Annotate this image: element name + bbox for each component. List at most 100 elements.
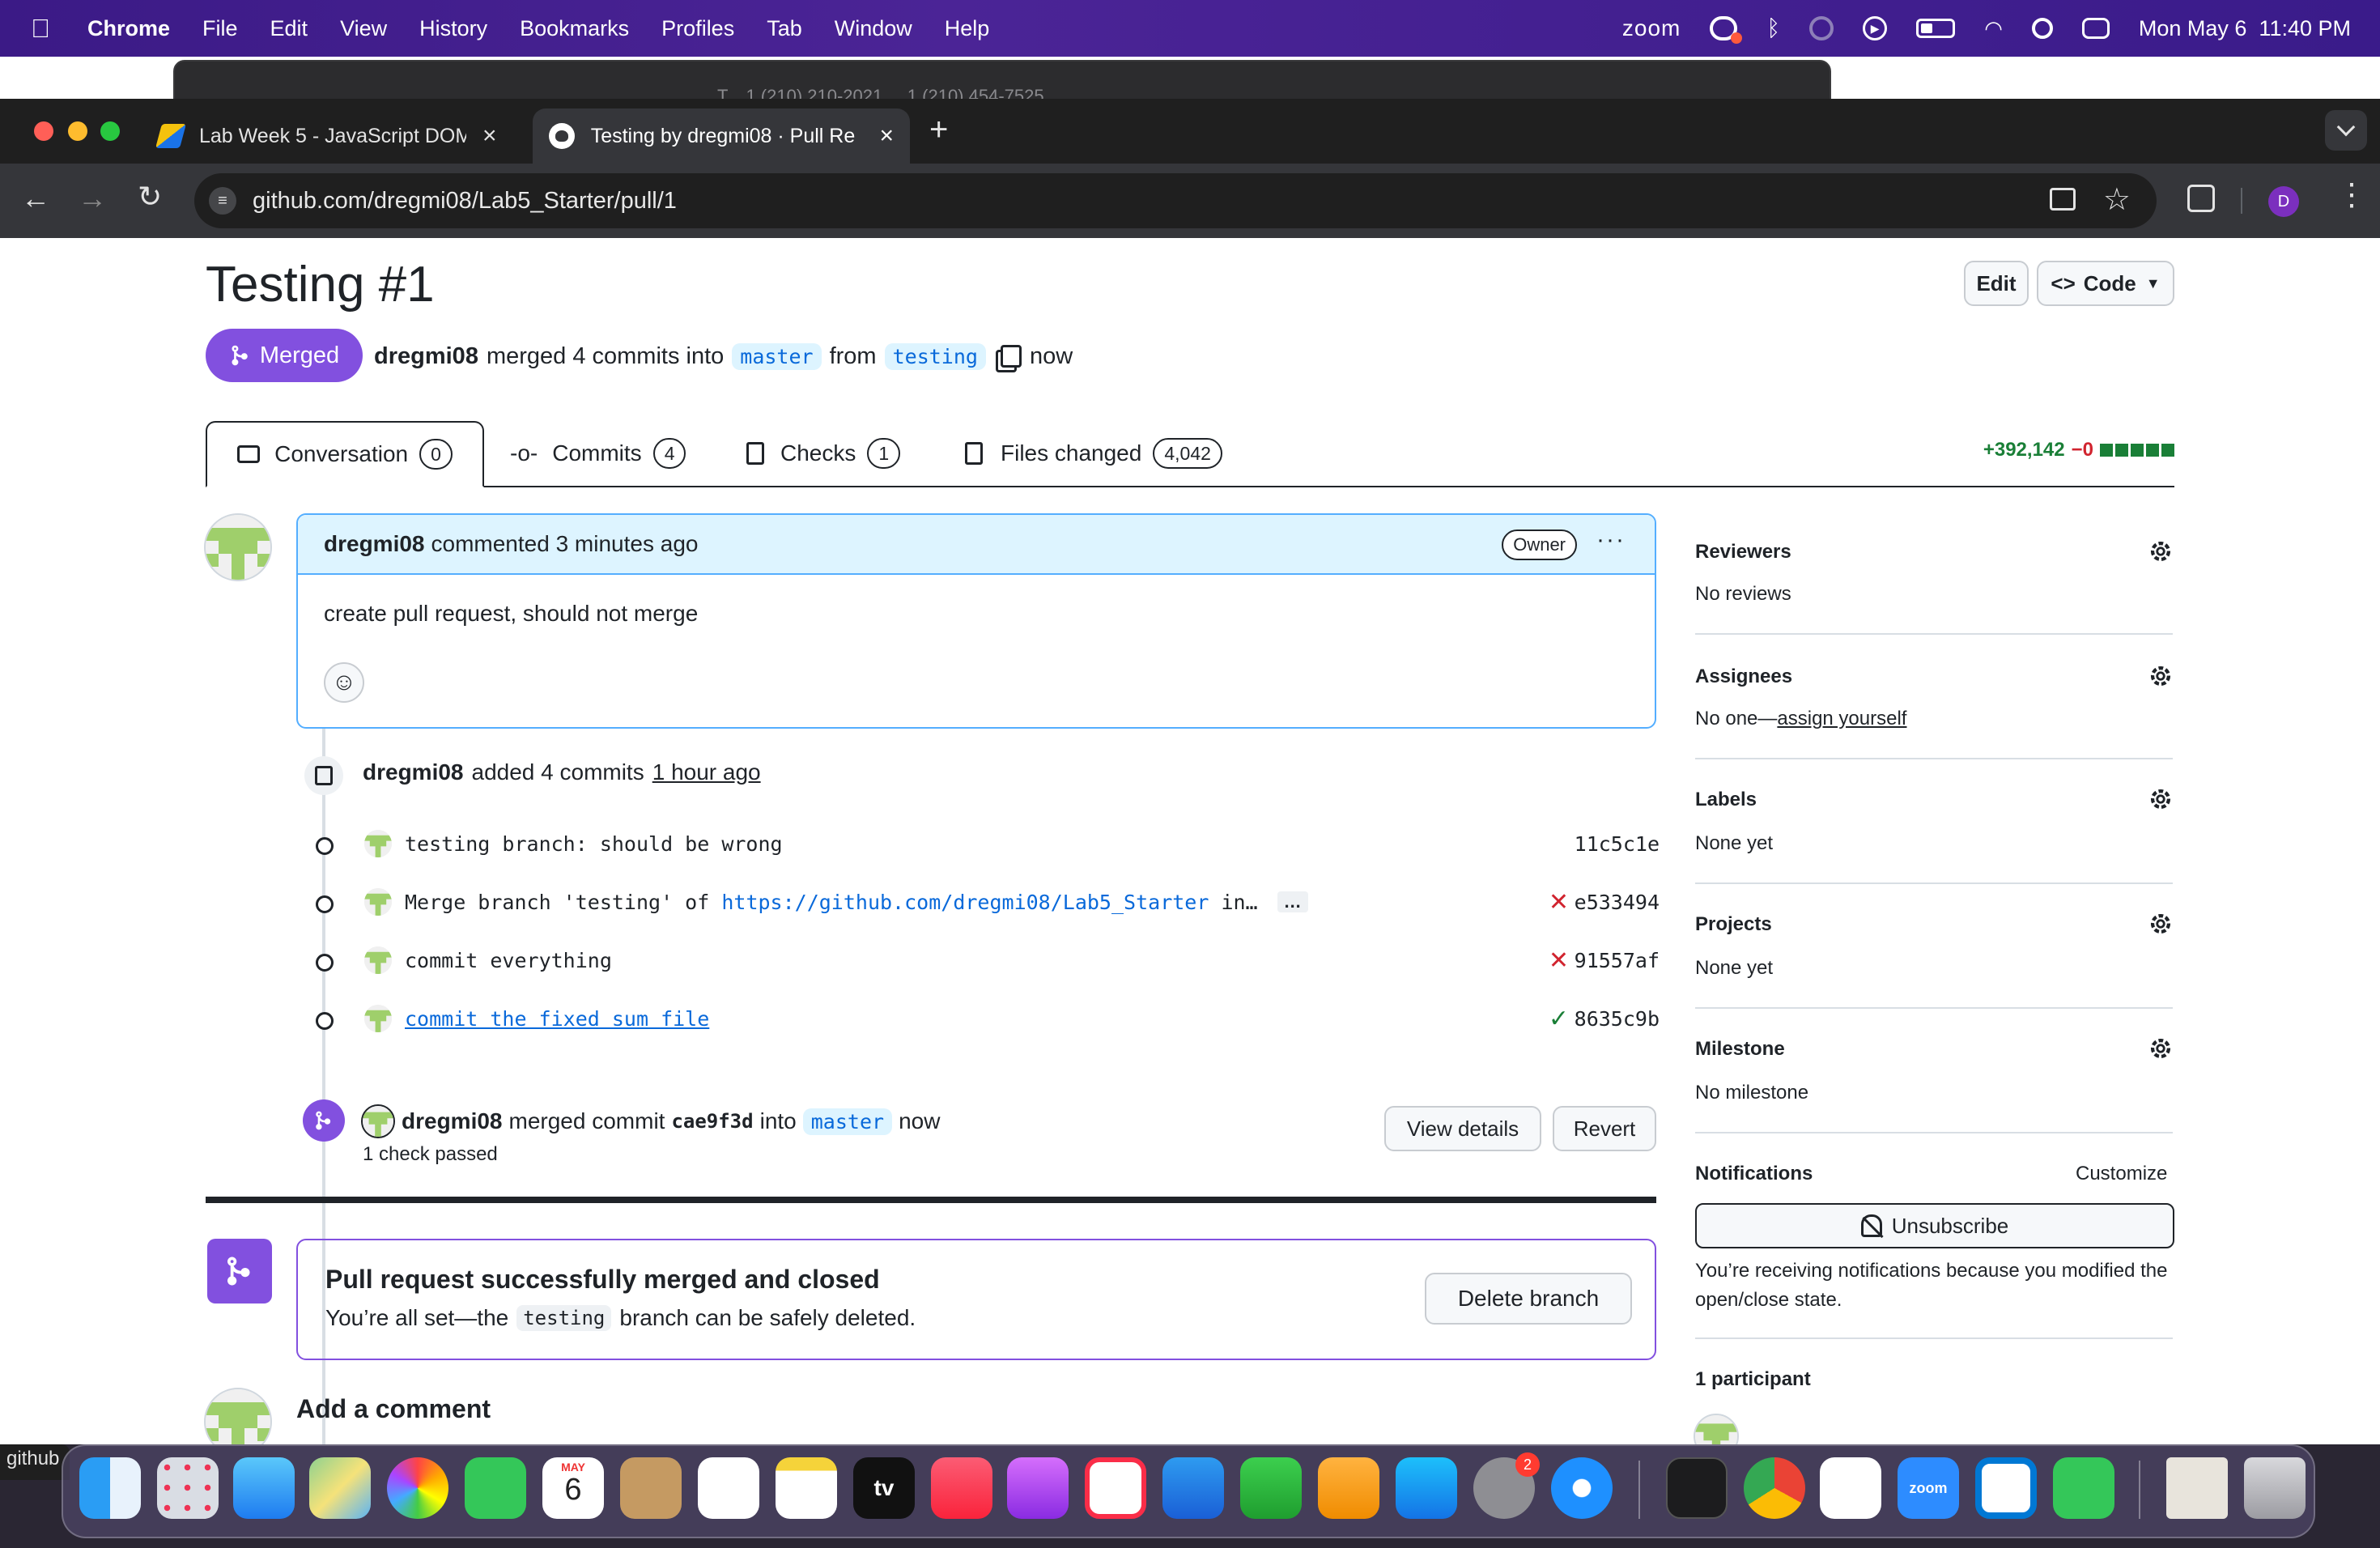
tab-lab-week-5[interactable]: Lab Week 5 - JavaScript DOM × [142,108,523,164]
safari-icon[interactable] [1551,1457,1613,1519]
system-settings-icon[interactable]: 2 [1473,1452,1540,1519]
comment-author-avatar[interactable] [204,513,272,581]
commit-sha[interactable]: 8635c9b [1575,1007,1660,1031]
commits-author[interactable]: dregmi08 [363,759,464,785]
airplay-audio-icon[interactable] [1809,16,1834,40]
commit-author-avatar[interactable] [364,946,392,974]
zoom-menu-label[interactable]: zoom [1622,15,1681,41]
contacts-icon[interactable] [620,1457,682,1519]
pr-author-link[interactable]: dregmi08 [374,343,478,370]
keynote-icon[interactable] [1162,1457,1224,1519]
code-button[interactable]: <> Code ▼ [2037,261,2174,306]
facetime-icon[interactable] [465,1457,526,1519]
tab-close-icon[interactable]: × [482,122,497,150]
gear-icon[interactable] [2147,662,2174,690]
commit-sha[interactable]: 91557af [1575,949,1660,972]
bookmark-star-icon[interactable]: ☆ [2103,181,2131,218]
view-details-button[interactable]: View details [1384,1106,1541,1151]
extensions-icon[interactable] [2187,185,2215,212]
install-app-icon[interactable] [2050,188,2076,211]
app-store-icon[interactable] [1396,1457,1457,1519]
launchpad-icon[interactable] [157,1457,219,1519]
gear-icon[interactable] [2147,538,2174,565]
address-bar[interactable]: ≡ github.com/dregmi08/Lab5_Starter/pull/… [194,173,2157,228]
commit-author-avatar[interactable] [364,888,392,916]
projects-heading[interactable]: Projects [1695,913,1772,936]
downloads-stack-icon[interactable] [2166,1457,2228,1519]
control-center-icon[interactable] [2081,18,2110,39]
commit-message[interactable]: commit everything [405,949,612,972]
numbers-icon[interactable] [1240,1457,1302,1519]
url-text[interactable]: github.com/dregmi08/Lab5_Starter/pull/1 [253,188,677,215]
music-icon[interactable] [931,1457,992,1519]
site-settings-icon[interactable]: ≡ [209,187,236,215]
vscode-icon[interactable] [1975,1457,2037,1519]
tab-commits[interactable]: -o- Commits 4 [510,421,686,486]
labels-heading[interactable]: Labels [1695,789,1757,811]
back-arrow-icon[interactable]: ← [21,181,50,215]
window-close-button[interactable] [34,121,53,141]
tab-files-changed[interactable]: Files changed 4,042 [965,421,1222,486]
window-minimize-button[interactable] [68,121,87,141]
comment-meta[interactable]: commented 3 minutes ago [431,531,699,557]
menu-window[interactable]: Window [835,16,912,41]
merge-author[interactable]: dregmi08 [402,1108,503,1134]
comment-author[interactable]: dregmi08 [324,531,425,557]
profile-avatar[interactable]: D [2268,186,2299,217]
commit-author-avatar[interactable] [364,1005,392,1032]
commit-message[interactable]: Merge branch 'testing' of [405,891,721,914]
menu-app-name[interactable]: Chrome [87,16,170,41]
maps-icon[interactable] [309,1457,371,1519]
photos-icon[interactable] [387,1457,448,1519]
menu-edit[interactable]: Edit [270,16,308,41]
revert-button[interactable]: Revert [1553,1106,1656,1151]
chrome-icon[interactable] [1744,1457,1805,1519]
current-user-avatar[interactable] [204,1388,272,1444]
messages-icon[interactable] [2053,1457,2114,1519]
commits-time[interactable]: 1 hour ago [652,759,761,785]
podcasts-icon[interactable] [1007,1457,1069,1519]
milestone-heading[interactable]: Milestone [1695,1038,1785,1061]
play-icon[interactable]: ▶ [1863,16,1888,40]
menu-bookmarks[interactable]: Bookmarks [520,16,629,41]
delete-branch-button[interactable]: Delete branch [1425,1273,1632,1325]
merge-author-avatar[interactable] [361,1104,395,1138]
reminders-icon[interactable] [698,1457,759,1519]
mail-icon[interactable] [233,1457,295,1519]
slack-icon[interactable] [1820,1457,1881,1519]
commit-author-avatar[interactable] [364,830,392,857]
terminal-icon[interactable] [1666,1457,1728,1519]
assign-yourself-link[interactable]: assign yourself [1777,708,1906,729]
assignees-heading[interactable]: Assignees [1695,666,1792,688]
spotlight-search-icon[interactable] [2031,18,2053,39]
copy-icon[interactable] [1000,345,1022,368]
wifi-icon[interactable]: ◠ [1984,16,2003,41]
status-pass-icon[interactable]: ✓ [1549,1005,1569,1033]
commit-sha[interactable]: e533494 [1575,891,1660,914]
commit-message[interactable]: testing branch: should be wrong [405,832,783,856]
apple-tv-icon[interactable]: tv [853,1457,915,1519]
menu-history[interactable]: History [419,16,487,41]
kebab-menu-icon[interactable]: ··· [1596,526,1626,554]
tab-checks[interactable]: Checks 1 [746,421,901,486]
apple-icon[interactable]:  [31,14,50,44]
bluetooth-icon[interactable]: ᛒ [1766,15,1780,41]
trash-icon[interactable] [2244,1457,2306,1519]
reload-icon[interactable]: ↻ [138,180,162,214]
menu-profiles[interactable]: Profiles [661,16,734,41]
edit-button[interactable]: Edit [1964,261,2029,306]
base-branch[interactable]: master [732,342,822,370]
new-tab-icon[interactable]: + [929,112,948,148]
reviewers-heading[interactable]: Reviewers [1695,541,1791,563]
menu-file[interactable]: File [202,16,238,41]
expand-message-button[interactable]: … [1277,891,1308,912]
menu-tab[interactable]: Tab [767,16,802,41]
gear-icon[interactable] [2147,1035,2174,1062]
gear-icon[interactable] [2147,785,2174,813]
commit-message-suffix[interactable]: in… [1209,891,1257,914]
commit-message-link[interactable]: https://github.com/dregmi08/Lab5_Starter [721,891,1209,914]
participant-avatar[interactable] [1694,1414,1739,1444]
merge-branch[interactable]: master [802,1108,893,1135]
tab-pull-request[interactable]: Testing by dregmi08 · Pull Re × [533,108,910,164]
creative-cloud-icon[interactable] [1710,16,1743,44]
